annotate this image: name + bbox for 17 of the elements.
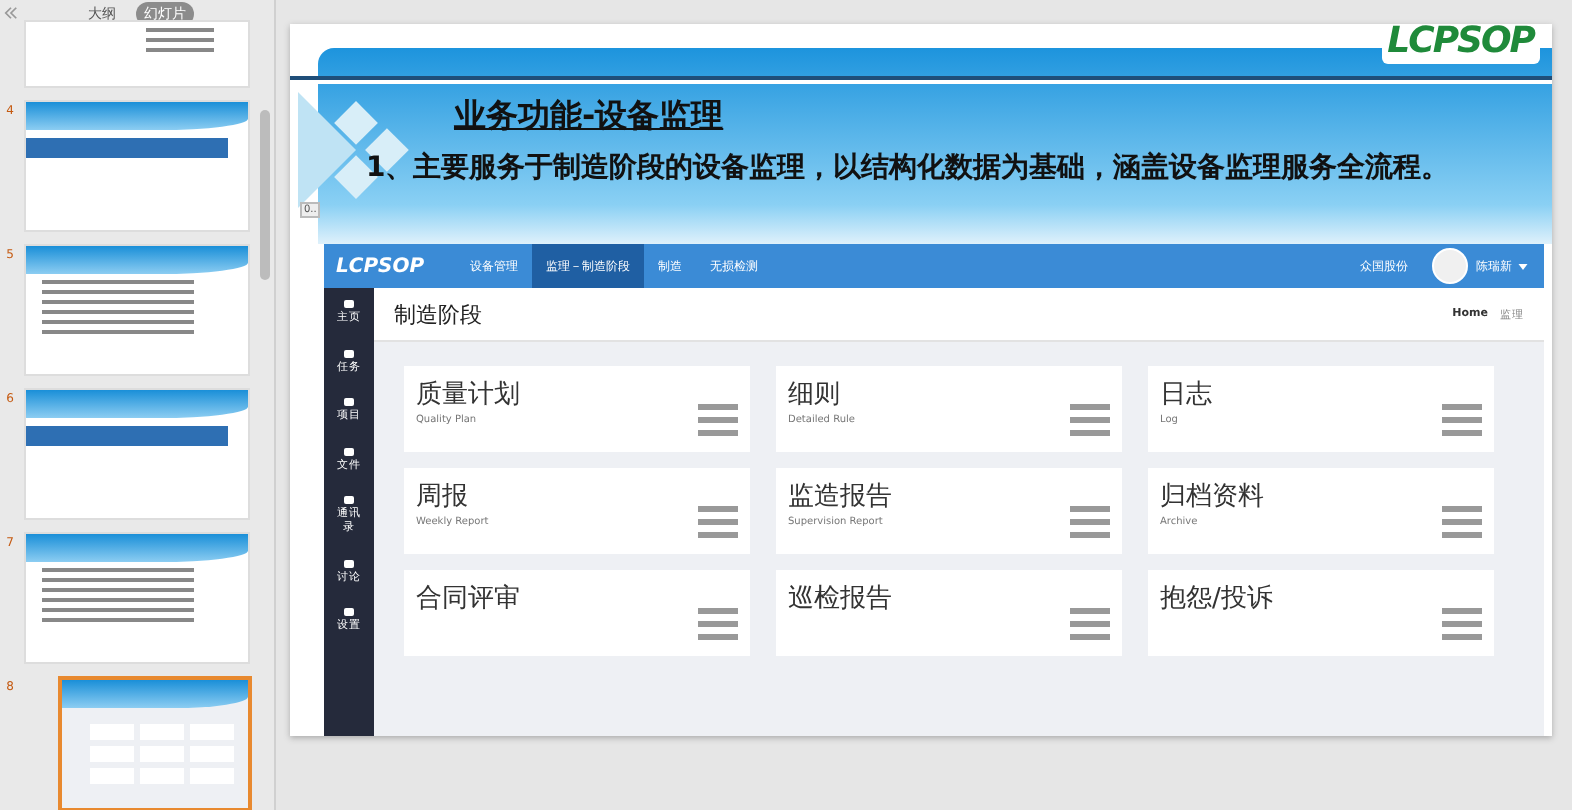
module-card[interactable]: 抱怨/投诉 <box>1148 570 1494 656</box>
module-card[interactable]: 巡检报告 <box>776 570 1122 656</box>
app-logo: LCPSOP <box>334 255 427 277</box>
card-title: 抱怨/投诉 <box>1160 582 1273 616</box>
card-title: 监造报告 <box>788 480 892 514</box>
card-title: 合同评审 <box>416 582 520 616</box>
card-title: 巡检报告 <box>788 582 892 616</box>
slide-title: 业务功能-设备监理 <box>454 96 726 138</box>
card-title: 质量计划 <box>416 378 520 412</box>
card-title: 细则 <box>788 378 842 412</box>
brand-logo: LCPSOP <box>1381 24 1540 64</box>
module-card[interactable]: 合同评审 <box>404 570 750 656</box>
card-title: 周报 <box>416 480 470 514</box>
card-title: 日志 <box>1160 378 1212 412</box>
slide-bullet: 1、主要服务于制造阶段的设备监理，以结构化数据为基础，涵盖设备监理服务全流程。 <box>366 150 1450 186</box>
page-title: 制造阶段 <box>394 299 482 329</box>
card-title: 归档资料 <box>1160 480 1264 514</box>
